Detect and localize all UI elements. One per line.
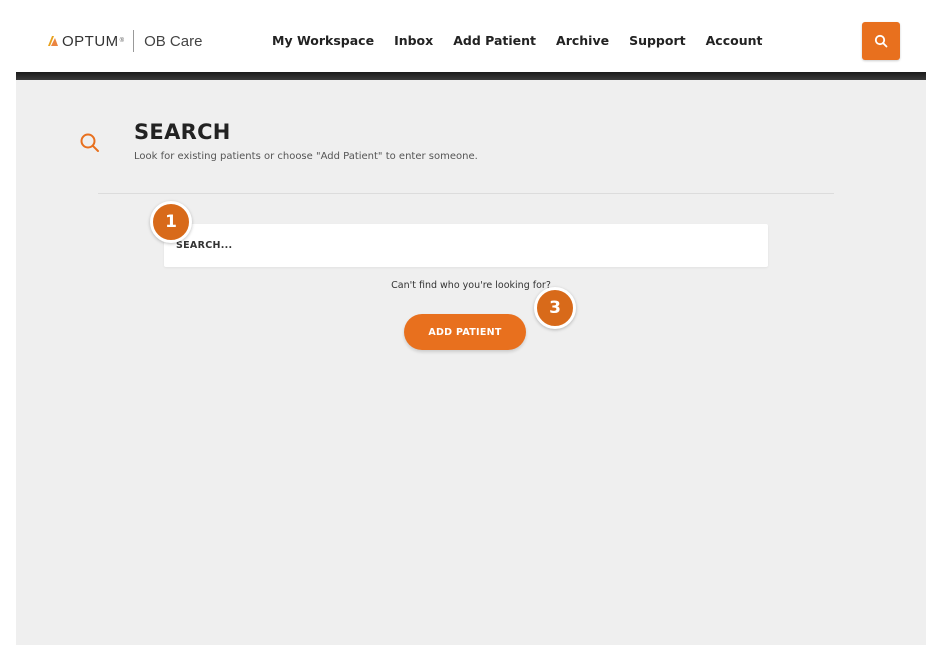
main-nav: My Workspace Inbox Add Patient Archive S… xyxy=(272,33,782,48)
page-search-icon xyxy=(78,131,102,159)
section-divider xyxy=(98,193,834,194)
header-underline-bar xyxy=(16,72,926,80)
main-content: SEARCH Look for existing patients or cho… xyxy=(16,80,926,645)
page-subtitle: Look for existing patients or choose "Ad… xyxy=(134,151,478,162)
page-title: SEARCH xyxy=(134,120,231,144)
brand-name: OPTUM xyxy=(62,32,119,50)
header-search-button[interactable] xyxy=(862,22,900,60)
patient-search-input[interactable] xyxy=(164,224,768,267)
add-patient-button[interactable]: ADD PATIENT xyxy=(404,314,526,350)
nav-support[interactable]: Support xyxy=(629,33,686,48)
app-frame: OPTUM ® OB Care My Workspace Inbox Add P… xyxy=(16,0,926,645)
optum-logo[interactable]: OPTUM ® OB Care xyxy=(46,30,202,52)
nav-my-workspace[interactable]: My Workspace xyxy=(272,33,374,48)
optum-logo-mark-icon xyxy=(46,34,60,48)
step-badge-1: 1 xyxy=(150,201,192,243)
top-header: OPTUM ® OB Care My Workspace Inbox Add P… xyxy=(16,0,926,72)
nav-account[interactable]: Account xyxy=(706,33,763,48)
logo-divider xyxy=(133,30,135,52)
nav-archive[interactable]: Archive xyxy=(556,33,609,48)
search-icon xyxy=(874,34,888,48)
brand-trademark: ® xyxy=(119,38,125,44)
product-name: OB Care xyxy=(144,32,203,50)
nav-add-patient[interactable]: Add Patient xyxy=(453,33,536,48)
nav-inbox[interactable]: Inbox xyxy=(394,33,433,48)
not-found-hint: Can't find who you're looking for? xyxy=(391,280,551,291)
step-badge-3: 3 xyxy=(534,287,576,329)
